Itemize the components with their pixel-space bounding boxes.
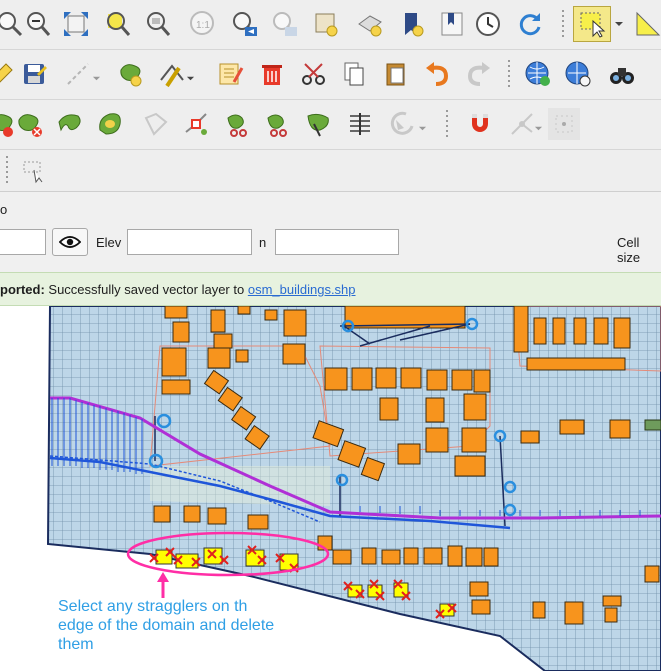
- toggle-editing-icon[interactable]: [0, 58, 18, 90]
- fill-ring-icon[interactable]: [94, 108, 126, 140]
- eye-icon: [59, 236, 81, 248]
- rotate-dropdown-icon[interactable]: [416, 112, 428, 144]
- simplify-icon[interactable]: [140, 108, 172, 140]
- truncated-label: o: [0, 202, 8, 217]
- split-features-icon[interactable]: [222, 108, 254, 140]
- snapping-mode-dropdown-icon[interactable]: [532, 112, 544, 144]
- digitizing-toolbar: [0, 50, 661, 100]
- svg-text:1:1: 1:1: [196, 20, 210, 31]
- reshape-icon[interactable]: [344, 108, 376, 140]
- add-wms-layer-icon[interactable]: [522, 58, 554, 90]
- cut-features-icon[interactable]: [298, 58, 330, 90]
- n-label: n: [259, 235, 267, 250]
- zoom-out-icon[interactable]: [22, 8, 54, 40]
- zoom-next-icon[interactable]: [268, 8, 300, 40]
- elev-input[interactable]: [127, 229, 252, 255]
- toolbar-separator: [4, 156, 10, 186]
- digitize-dropdown-icon[interactable]: [90, 62, 102, 94]
- zoom-last-icon[interactable]: [228, 8, 260, 40]
- annotation-line-2: edge of the domain and delete: [58, 617, 275, 634]
- annotation-line-3: them: [58, 636, 94, 653]
- copy-features-icon[interactable]: [338, 58, 370, 90]
- extra-toolbar: [0, 150, 661, 192]
- redo-icon[interactable]: [462, 58, 494, 90]
- new-bookmark-icon[interactable]: [396, 8, 428, 40]
- cell-size-label: Cell size: [617, 235, 641, 265]
- zoom-to-selection-icon[interactable]: [102, 8, 134, 40]
- split-parts-icon[interactable]: [262, 108, 294, 140]
- add-part-icon[interactable]: [54, 108, 86, 140]
- zoom-to-layer-icon[interactable]: [142, 8, 174, 40]
- plugin-panel: o Elev n Cell size: [0, 192, 661, 272]
- message-text: Successfully saved vector layer to: [48, 282, 245, 297]
- show-bookmarks-icon[interactable]: [436, 8, 468, 40]
- new-map-view-icon[interactable]: [310, 8, 342, 40]
- paste-features-icon[interactable]: [380, 58, 412, 90]
- elev-label: Elev: [96, 235, 122, 250]
- temporal-controller-icon[interactable]: [472, 8, 504, 40]
- message-title: ported:: [0, 282, 45, 297]
- vertex-dropdown-icon[interactable]: [184, 62, 196, 94]
- n-input[interactable]: [275, 229, 399, 255]
- select-features-icon[interactable]: [573, 6, 611, 42]
- advanced-digitizing-toolbar: 12: [0, 100, 661, 236]
- annotation-text: Select any stragglers on th edge of the …: [58, 597, 318, 654]
- save-edits-icon[interactable]: [18, 58, 50, 90]
- modify-attributes-icon[interactable]: [214, 58, 246, 90]
- toolbar-separator: [444, 110, 450, 140]
- message-link[interactable]: osm_buildings.shp: [248, 282, 356, 297]
- delete-ring-icon[interactable]: [14, 108, 46, 140]
- undo-icon[interactable]: [422, 58, 454, 90]
- snapping-type-icon[interactable]: [548, 108, 580, 140]
- toolbar-separator: [560, 10, 566, 40]
- digitize-with-curve-icon[interactable]: [18, 154, 50, 186]
- deselect-icon[interactable]: [632, 8, 661, 40]
- message-bar: ported: Successfully saved vector layer …: [0, 272, 661, 306]
- annotation-line-1: Select any stragglers on th: [58, 598, 248, 615]
- first-input[interactable]: [0, 229, 46, 255]
- visibility-button[interactable]: [52, 228, 88, 256]
- rotate-icon[interactable]: [386, 108, 418, 140]
- new-3d-view-icon[interactable]: [354, 8, 386, 40]
- delete-selected-icon[interactable]: [256, 58, 288, 90]
- zoom-full-icon[interactable]: [60, 8, 92, 40]
- osm-binoculars-icon[interactable]: [606, 58, 638, 90]
- snapping-magnet-icon[interactable]: [464, 108, 496, 140]
- select-dropdown-icon[interactable]: [612, 6, 626, 42]
- zoom-native-icon[interactable]: 1:1: [186, 8, 218, 40]
- merge-features-icon[interactable]: [302, 108, 334, 140]
- refresh-icon[interactable]: [514, 8, 546, 40]
- offset-curve-icon[interactable]: [180, 108, 212, 140]
- map-navigation-toolbar: 1:1: [0, 0, 661, 50]
- add-polygon-icon[interactable]: [116, 58, 148, 90]
- add-wfs-layer-icon[interactable]: [562, 58, 594, 90]
- toolbar-separator: [506, 60, 512, 90]
